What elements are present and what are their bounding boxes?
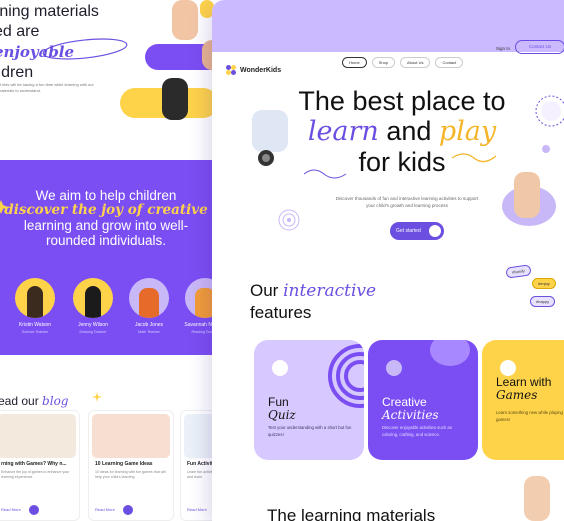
teacher-avatar bbox=[73, 278, 113, 318]
hero-line1: The best place to bbox=[298, 86, 506, 116]
back-hero-line1: rning materials bbox=[0, 3, 99, 20]
teacher-card: Jenny Wilson Drawing Teacher bbox=[68, 278, 118, 334]
brand-name: WonderKids bbox=[240, 66, 282, 74]
feature-card-activities[interactable]: Creative Activities Discover enjoyable ac… bbox=[368, 340, 478, 460]
logo-icon bbox=[226, 65, 236, 75]
sparkle-icon bbox=[0, 200, 8, 214]
feature-title-italic: Quiz bbox=[268, 408, 296, 422]
mission-highlight: discover the joy of creative bbox=[4, 202, 208, 218]
menu-home[interactable]: Home bbox=[342, 57, 367, 68]
teacher-name: Kristin Watson bbox=[18, 322, 52, 328]
feature-desc: Test your understanding with a short but… bbox=[268, 425, 352, 437]
scribble-ellipse bbox=[42, 38, 128, 60]
target-decoration bbox=[278, 209, 300, 231]
main-menu: Home Shop About Us Contact bbox=[342, 57, 464, 68]
preview-band bbox=[212, 0, 564, 52]
tag-chip: #enjoy bbox=[532, 278, 556, 289]
dot-decoration bbox=[542, 145, 550, 153]
mission-line4: rounded individuals. bbox=[45, 233, 167, 248]
teacher-name: Jenny Wilson bbox=[78, 322, 108, 328]
blog-card[interactable]: rning with Games? Why n... Enhance the j… bbox=[0, 410, 80, 521]
get-started-label: Get started bbox=[396, 228, 421, 234]
mission-line3: learning and grow into well- bbox=[23, 218, 189, 233]
badge-icon bbox=[535, 95, 564, 127]
menu-about[interactable]: About Us bbox=[400, 57, 431, 68]
arrow-icon bbox=[429, 225, 441, 237]
get-started-button[interactable]: Get started bbox=[390, 222, 444, 240]
back-hero-subtitle: st kids will be having a fun time while … bbox=[0, 82, 94, 93]
blog-card-desc: 10 ideas for learning with fun games tha… bbox=[95, 470, 166, 479]
contact-button[interactable]: Contact Us bbox=[515, 40, 564, 54]
blog-title: ead our blog bbox=[0, 394, 68, 408]
front-page: WonderKids Home Shop About Us Contact Si… bbox=[212, 0, 564, 521]
read-more-link[interactable]: Read More bbox=[95, 507, 115, 512]
back-hero-line2: ed are bbox=[0, 23, 40, 40]
tag-chip: #family bbox=[505, 264, 532, 279]
back-hero-line3: ildren bbox=[0, 64, 34, 81]
lightbulb-icon bbox=[386, 360, 402, 376]
feature-desc: Learn something new while playing games! bbox=[496, 410, 563, 422]
sparkle-icon bbox=[92, 392, 102, 402]
feature-title: Learn with Games bbox=[496, 376, 551, 402]
showcase: rning materials ed are enjoyable ildren … bbox=[0, 0, 564, 521]
arrow-icon[interactable] bbox=[29, 505, 39, 515]
kid-photo bbox=[172, 0, 198, 40]
read-more-link[interactable]: Read More bbox=[1, 507, 21, 512]
arrow-icon[interactable] bbox=[123, 505, 133, 515]
blog-card-desc: Enhance the joy of games to enhance your… bbox=[1, 470, 70, 479]
blog-image bbox=[92, 414, 170, 458]
features-title-highlight: interactive bbox=[283, 281, 377, 301]
hero-learn: learn bbox=[307, 116, 379, 147]
quiz-icon bbox=[272, 360, 288, 376]
hero-subtitle: Discover thousands of fun and interactiv… bbox=[335, 196, 479, 208]
teacher-role: Math Teacher bbox=[138, 330, 160, 334]
kid-photo bbox=[514, 172, 540, 218]
ring-decoration bbox=[328, 344, 364, 408]
teacher-avatar bbox=[15, 278, 55, 318]
teacher-role: Science Teacher bbox=[21, 330, 49, 334]
teacher-card: Jacob Jones Math Teacher bbox=[124, 278, 174, 334]
blog-card[interactable]: 10 Learning Game Ideas 10 ideas for lear… bbox=[88, 410, 174, 521]
mission-line1: We aim to help children bbox=[35, 188, 177, 203]
feature-title-italic: Activities bbox=[382, 408, 439, 422]
features-title-text: Our bbox=[250, 281, 284, 300]
menu-contact[interactable]: Contact bbox=[435, 57, 464, 68]
hero-play: play bbox=[438, 116, 497, 147]
teacher-avatar bbox=[129, 278, 169, 318]
blog-card-title: 10 Learning Game Ideas bbox=[95, 461, 153, 467]
hero-and: and bbox=[378, 116, 439, 146]
next-section-title: The learning materials bbox=[267, 506, 436, 521]
signin-link[interactable]: Sign In bbox=[496, 46, 510, 51]
features-title-line2: features bbox=[250, 303, 312, 322]
feature-card-games[interactable]: Learn with Games Learn something new whil… bbox=[482, 340, 564, 460]
kid-photo bbox=[524, 476, 550, 521]
blog-title-highlight: blog bbox=[42, 394, 69, 408]
tag-chip: #happy bbox=[530, 296, 556, 307]
blob-decoration bbox=[430, 340, 470, 366]
feature-title-italic: Games bbox=[496, 388, 538, 402]
teacher-role: Drawing Teacher bbox=[79, 330, 107, 334]
mission-text: We aim to help children discover the joy… bbox=[0, 188, 212, 248]
underline-squiggle bbox=[451, 153, 497, 163]
read-more-link[interactable]: Read More bbox=[187, 507, 207, 512]
feature-card-quiz[interactable]: Fun Quiz Test your understanding with a s… bbox=[254, 340, 364, 460]
logo[interactable]: WonderKids bbox=[226, 65, 281, 75]
feature-title: Creative Activities bbox=[382, 396, 439, 422]
camera-icon bbox=[258, 150, 274, 166]
teacher-card: Kristin Watson Science Teacher bbox=[10, 278, 60, 334]
feature-title: Fun Quiz bbox=[268, 396, 296, 422]
feature-desc: Discover enjoyable activities such as co… bbox=[382, 425, 452, 437]
gamepad-icon bbox=[500, 360, 516, 376]
teacher-name: Jacob Jones bbox=[134, 322, 164, 328]
menu-shop[interactable]: Shop bbox=[371, 57, 396, 68]
blog-title-text: ead our bbox=[0, 394, 43, 408]
blog-card-title: rning with Games? Why n... bbox=[1, 461, 67, 467]
kid-photo bbox=[162, 78, 188, 120]
features-title: Our interactive features bbox=[250, 280, 376, 324]
blog-image bbox=[0, 414, 76, 458]
